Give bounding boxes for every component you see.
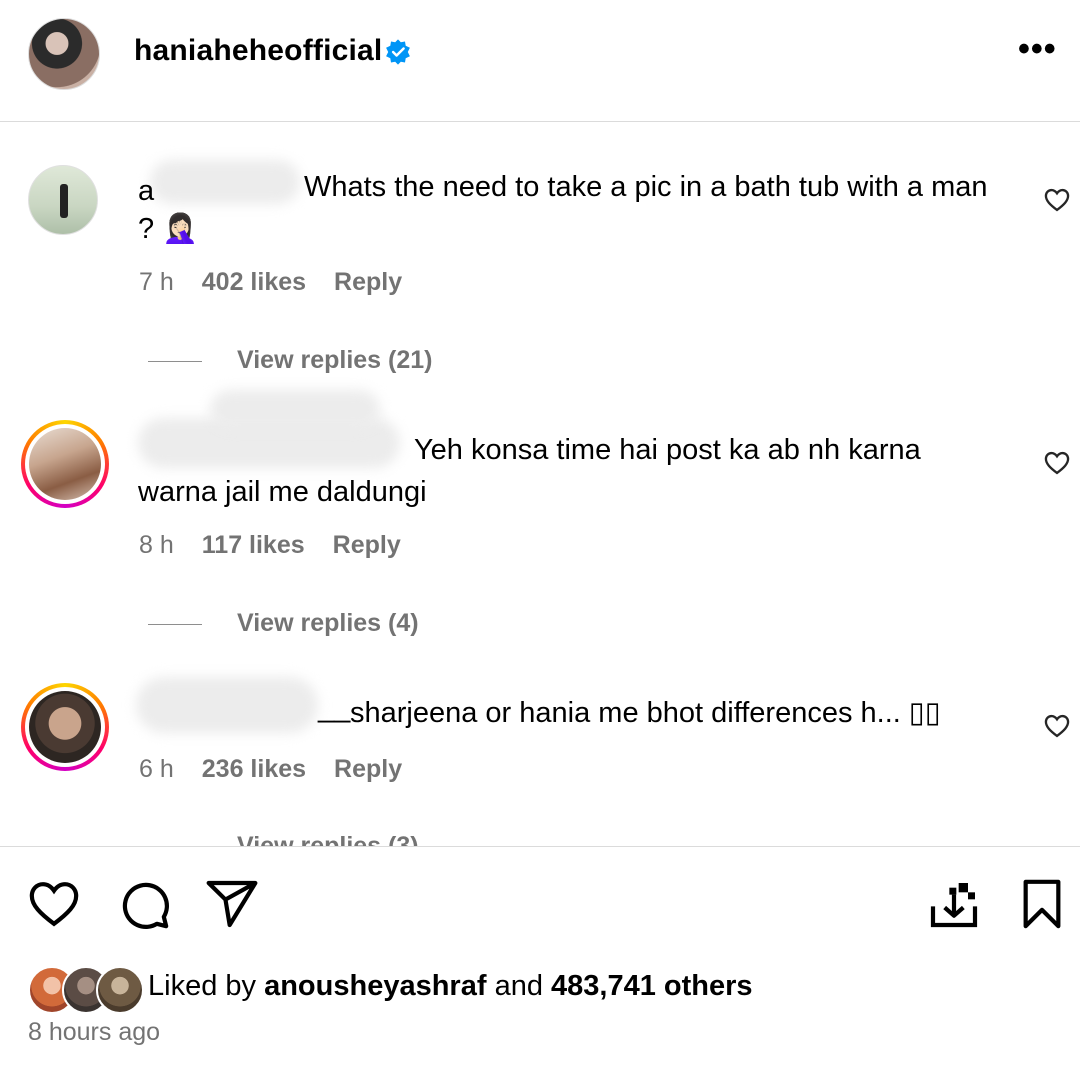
comment-text: Whats the need to take a pic in a bath t…	[138, 171, 988, 245]
view-replies-line	[148, 624, 202, 625]
comment-likes[interactable]: 402 likes	[202, 268, 306, 297]
post-author-username[interactable]: haniaheheofficial	[134, 34, 382, 68]
username-redacted-top	[210, 390, 380, 430]
comment-likes[interactable]: 236 likes	[202, 755, 306, 784]
bookmark-icon[interactable]	[1014, 876, 1070, 932]
liker-username[interactable]: anousheyashraf	[264, 970, 486, 1002]
view-replies-line	[148, 361, 202, 362]
comment-like-icon[interactable]	[1043, 449, 1071, 477]
comment-meta: 6 h 236 likes Reply	[139, 755, 402, 784]
post-timestamp[interactable]: 8 hours ago	[28, 1018, 160, 1047]
comment-meta: 8 h 117 likes Reply	[139, 531, 401, 560]
comment-icon[interactable]	[116, 876, 172, 932]
commenter-avatar[interactable]	[28, 165, 98, 235]
story-ring[interactable]	[21, 683, 109, 771]
actions-divider	[0, 846, 1080, 847]
liked-by-prefix: Liked by	[148, 970, 257, 1002]
verified-badge-icon	[386, 39, 410, 65]
story-ring[interactable]	[21, 420, 109, 508]
commenter-avatar[interactable]	[29, 428, 101, 500]
comment-meta: 7 h 402 likes Reply	[139, 268, 402, 297]
send-icon[interactable]	[204, 876, 260, 932]
liker-avatars[interactable]	[28, 966, 144, 1014]
liked-by-summary: Liked by anousheyashraf and 483,741 othe…	[148, 970, 753, 1003]
comment-text: Yeh konsa time hai post ka ab nh karna w…	[138, 434, 921, 508]
comments-clip: View replies (3)	[0, 820, 1080, 846]
username-fragment[interactable]: __	[318, 692, 350, 725]
comment-time: 8 h	[139, 531, 174, 559]
heart-icon[interactable]	[26, 876, 82, 932]
username-redacted	[136, 677, 318, 733]
view-replies-button[interactable]: View replies (21)	[237, 346, 432, 375]
likes-count-others[interactable]: 483,741 others	[551, 970, 753, 1002]
reply-button[interactable]: Reply	[334, 268, 402, 297]
comment-likes[interactable]: 117 likes	[202, 531, 305, 560]
comment-time: 7 h	[139, 268, 174, 296]
reply-button[interactable]: Reply	[334, 755, 402, 784]
commenter-avatar[interactable]	[29, 691, 101, 763]
reply-button[interactable]: Reply	[333, 531, 401, 560]
liked-by-and: and	[494, 970, 543, 1002]
more-options-icon[interactable]: •••	[1018, 32, 1057, 66]
comment-time: 6 h	[139, 755, 174, 783]
comment-like-icon[interactable]	[1043, 712, 1071, 740]
liker-avatar	[96, 966, 144, 1014]
profile-avatar[interactable]	[28, 18, 100, 90]
download-icon[interactable]	[926, 876, 982, 932]
view-replies-button[interactable]: View replies (3)	[237, 832, 419, 846]
view-replies-button[interactable]: View replies (4)	[237, 609, 419, 638]
comment-like-icon[interactable]	[1043, 186, 1071, 214]
comment-text: sharjeena or hania me bhot differences h…	[350, 697, 941, 729]
header-divider	[0, 121, 1080, 122]
